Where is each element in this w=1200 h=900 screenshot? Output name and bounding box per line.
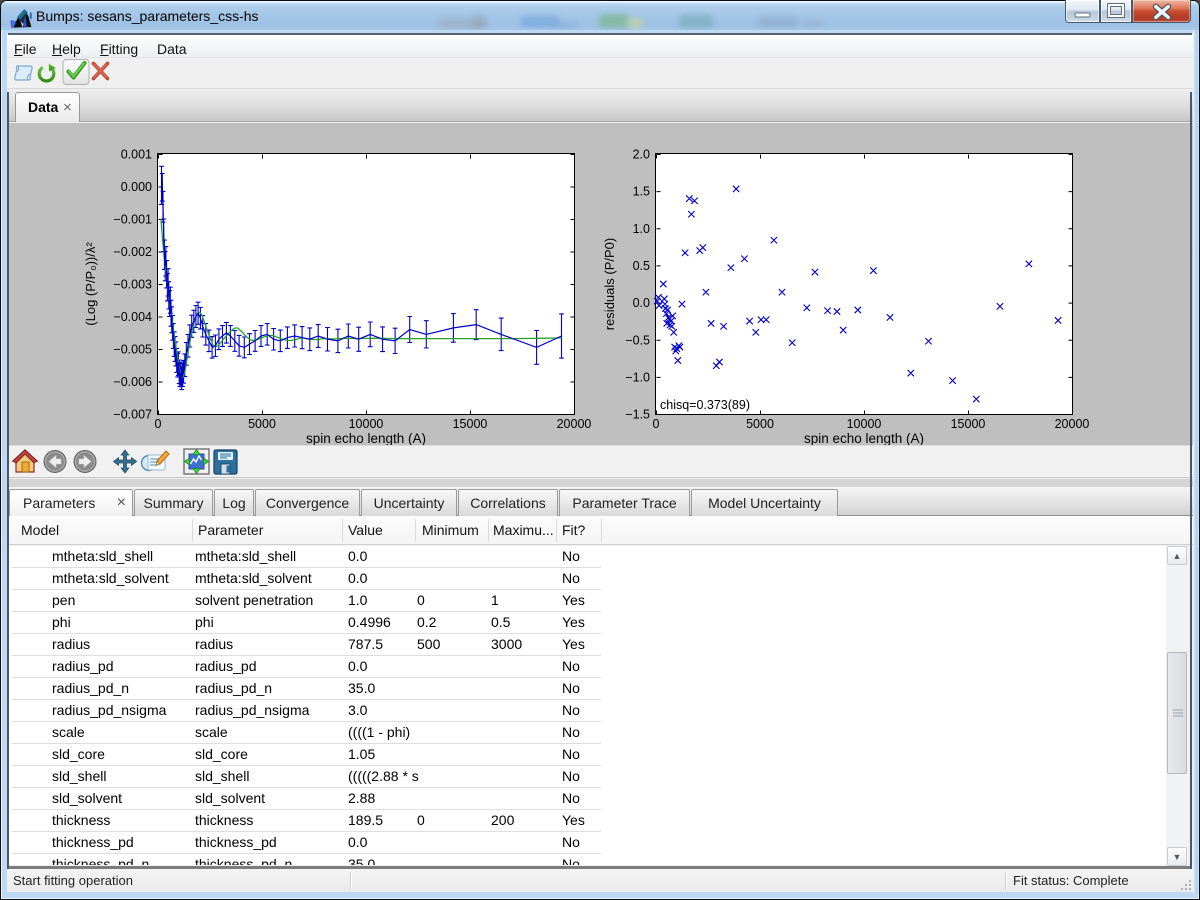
svg-text:spin echo length (A): spin echo length (A) (804, 431, 924, 445)
svg-text:1.0: 1.0 (633, 222, 650, 236)
svg-text:−0.004: −0.004 (113, 310, 152, 324)
svg-text:chisq=0.373(89): chisq=0.373(89) (660, 398, 750, 412)
svg-text:10000: 10000 (847, 417, 882, 431)
svg-text:0.000: 0.000 (121, 180, 152, 194)
svg-text:−0.007: −0.007 (113, 408, 152, 422)
svg-text:15000: 15000 (951, 417, 986, 431)
svg-text:−0.5: −0.5 (625, 333, 650, 347)
svg-text:−0.005: −0.005 (113, 343, 152, 357)
svg-text:10000: 10000 (349, 417, 384, 431)
svg-text:0: 0 (653, 417, 660, 431)
svg-text:(Log (P/P₀))/λ²: (Log (P/P₀))/λ² (83, 242, 98, 326)
svg-text:5000: 5000 (746, 417, 774, 431)
svg-text:−0.001: −0.001 (113, 213, 152, 227)
svg-text:0.5: 0.5 (633, 259, 650, 273)
svg-text:5000: 5000 (248, 417, 276, 431)
svg-text:−1.5: −1.5 (625, 408, 650, 422)
svg-text:spin echo length (A): spin echo length (A) (306, 431, 426, 445)
svg-text:15000: 15000 (453, 417, 488, 431)
svg-text:20000: 20000 (557, 417, 592, 431)
svg-text:−0.002: −0.002 (113, 245, 152, 259)
svg-text:0.001: 0.001 (121, 148, 152, 162)
svg-text:−0.006: −0.006 (113, 375, 152, 389)
svg-text:−0.003: −0.003 (113, 278, 152, 292)
svg-text:20000: 20000 (1055, 417, 1090, 431)
svg-text:residuals (P/P0): residuals (P/P0) (602, 238, 617, 330)
svg-text:0: 0 (155, 417, 162, 431)
svg-text:2.0: 2.0 (633, 148, 650, 162)
svg-text:0.0: 0.0 (633, 296, 650, 310)
svg-text:1.5: 1.5 (633, 185, 650, 199)
svg-text:−1.0: −1.0 (625, 370, 650, 384)
